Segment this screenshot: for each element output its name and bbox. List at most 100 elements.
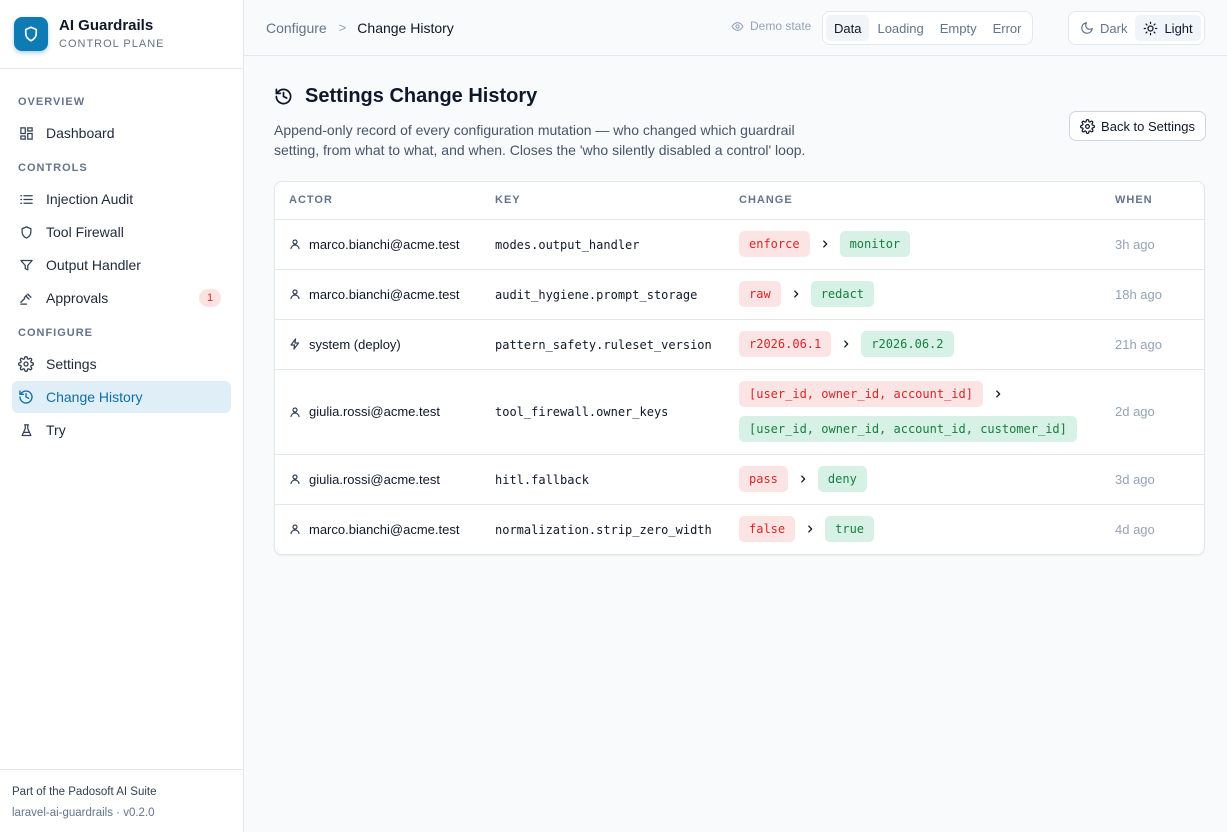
setting-key: hitl.fallback bbox=[495, 472, 589, 487]
setting-key: pattern_safety.ruleset_version bbox=[495, 337, 712, 352]
brand-title: AI Guardrails bbox=[59, 16, 154, 34]
sidebar-item-dashboard[interactable]: Dashboard bbox=[12, 117, 231, 149]
new-value-pill: [user_id, owner_id, account_id, customer… bbox=[739, 416, 1077, 442]
table-row[interactable]: giulia.rossi@acme.test hitl.fallback pass d… bbox=[275, 454, 1204, 505]
state-data-button[interactable]: Data bbox=[826, 15, 870, 41]
setting-key: modes.output_handler bbox=[495, 237, 640, 252]
nav-section-configure: CONFIGURE bbox=[18, 327, 93, 339]
filter-icon bbox=[18, 257, 34, 273]
cell-actor: marco.bianchi@acme.test bbox=[275, 269, 495, 320]
cell-change: r2026.06.1 r2026.06.2 bbox=[739, 319, 1115, 370]
brand-subtitle: CONTROL PLANE bbox=[59, 37, 165, 50]
history-icon bbox=[274, 87, 293, 106]
bolt-icon bbox=[289, 338, 301, 350]
timestamp: 3d ago bbox=[1115, 471, 1155, 487]
chevron-right-icon bbox=[798, 474, 808, 484]
cell-key: audit_hygiene.prompt_storage bbox=[495, 269, 739, 320]
change-history-table: ACTOR KEY CHANGE WHEN marco.bianchi@acme… bbox=[275, 182, 1204, 554]
sidebar-item-label: Output Handler bbox=[46, 257, 141, 273]
breadcrumb-current: Change History bbox=[357, 19, 454, 36]
cell-key: hitl.fallback bbox=[495, 454, 739, 505]
breadcrumb-parent-link[interactable]: Configure bbox=[266, 20, 327, 36]
gear-icon bbox=[1080, 118, 1095, 134]
sidebar: AI Guardrails CONTROL PLANE OVERVIEW Das… bbox=[0, 0, 244, 832]
demo-state-text: Demo state bbox=[750, 19, 812, 33]
old-value-pill: [user_id, owner_id, account_id] bbox=[739, 381, 983, 407]
actor-name: giulia.rossi@acme.test bbox=[309, 404, 440, 419]
sidebar-item-injection-audit[interactable]: Injection Audit bbox=[12, 183, 231, 215]
cell-actor: giulia.rossi@acme.test bbox=[275, 369, 495, 455]
actor-name: marco.bianchi@acme.test bbox=[309, 286, 460, 302]
table-row[interactable]: system (deploy) pattern_safety.ruleset_ve… bbox=[275, 319, 1204, 370]
chevron-right-icon bbox=[993, 389, 1003, 399]
cell-when: 2d ago bbox=[1115, 369, 1204, 455]
cell-when: 18h ago bbox=[1115, 269, 1204, 320]
sidebar-item-approvals[interactable]: Approvals 1 bbox=[12, 282, 231, 314]
old-value-pill: r2026.06.1 bbox=[739, 331, 832, 357]
timestamp: 18h ago bbox=[1115, 286, 1162, 302]
old-value-pill: enforce bbox=[739, 231, 810, 257]
back-button-label: Back to Settings bbox=[1101, 118, 1195, 134]
back-to-settings-button[interactable]: Back to Settings bbox=[1069, 111, 1206, 141]
state-error-button[interactable]: Error bbox=[985, 15, 1030, 41]
eye-icon bbox=[731, 20, 744, 33]
cell-actor: giulia.rossi@acme.test bbox=[275, 454, 495, 505]
old-value-pill: false bbox=[739, 516, 796, 543]
table-header-row: ACTOR KEY CHANGE WHEN bbox=[275, 182, 1204, 220]
shield-logo-icon bbox=[14, 17, 48, 51]
table-row[interactable]: marco.bianchi@acme.test audit_hygiene.pro… bbox=[275, 269, 1204, 320]
nav-section-controls: CONTROLS bbox=[18, 162, 88, 174]
moon-icon bbox=[1080, 21, 1094, 35]
state-empty-button[interactable]: Empty bbox=[932, 15, 985, 41]
table-body: marco.bianchi@acme.test modes.output_hand… bbox=[275, 219, 1204, 554]
actor-name: marco.bianchi@acme.test bbox=[309, 236, 460, 252]
setting-key: normalization.strip_zero_width bbox=[495, 522, 712, 537]
actor-name: marco.bianchi@acme.test bbox=[309, 521, 460, 537]
cell-when: 3h ago bbox=[1115, 219, 1204, 270]
user-icon bbox=[289, 473, 301, 485]
cell-change: pass deny bbox=[739, 454, 1115, 505]
gear-icon bbox=[18, 356, 34, 372]
dashboard-icon bbox=[18, 125, 34, 141]
sidebar-item-label: Approvals bbox=[46, 290, 109, 306]
theme-light-label: Light bbox=[1164, 20, 1193, 36]
theme-light-button[interactable]: Light bbox=[1135, 15, 1201, 41]
timestamp: 2d ago bbox=[1115, 404, 1155, 419]
sidebar-item-label: Tool Firewall bbox=[46, 224, 124, 240]
sidebar-item-change-history[interactable]: Change History bbox=[12, 381, 231, 413]
brand[interactable]: AI Guardrails CONTROL PLANE bbox=[0, 0, 243, 69]
demo-state-switcher: Data Loading Empty Error bbox=[822, 11, 1034, 45]
flask-icon bbox=[18, 422, 34, 438]
old-value-pill: raw bbox=[739, 281, 781, 307]
nav-section-overview: OVERVIEW bbox=[18, 96, 86, 108]
timestamp: 3h ago bbox=[1115, 236, 1155, 252]
cell-actor: marco.bianchi@acme.test bbox=[275, 504, 495, 554]
user-icon bbox=[289, 288, 301, 300]
user-icon bbox=[289, 238, 301, 250]
cell-when: 21h ago bbox=[1115, 319, 1204, 370]
header-key: KEY bbox=[495, 182, 739, 220]
cell-key: tool_firewall.owner_keys bbox=[495, 369, 739, 455]
sidebar-item-settings[interactable]: Settings bbox=[12, 348, 231, 380]
shield-icon bbox=[18, 224, 34, 240]
sidebar-item-label: Dashboard bbox=[46, 125, 115, 141]
actor-name: giulia.rossi@acme.test bbox=[309, 471, 440, 487]
theme-dark-button[interactable]: Dark bbox=[1072, 15, 1135, 41]
sidebar-item-output-handler[interactable]: Output Handler bbox=[12, 249, 231, 281]
breadcrumb-separator: > bbox=[338, 20, 347, 35]
sidebar-item-try[interactable]: Try bbox=[12, 414, 231, 446]
sidebar-item-label: Settings bbox=[46, 356, 97, 372]
page-title: Settings Change History bbox=[305, 85, 538, 107]
approvals-count-badge: 1 bbox=[199, 289, 221, 307]
state-loading-button[interactable]: Loading bbox=[869, 15, 931, 41]
sidebar-item-tool-firewall[interactable]: Tool Firewall bbox=[12, 216, 231, 248]
table-row[interactable]: marco.bianchi@acme.test normalization.str… bbox=[275, 504, 1204, 554]
sidebar-item-label: Try bbox=[46, 422, 66, 438]
table-row[interactable]: marco.bianchi@acme.test modes.output_hand… bbox=[275, 219, 1204, 270]
change-history-table-card: ACTOR KEY CHANGE WHEN marco.bianchi@acme… bbox=[274, 181, 1205, 555]
theme-switcher: Dark Light bbox=[1068, 11, 1205, 45]
chevron-right-icon bbox=[820, 239, 830, 249]
app-root: AI Guardrails CONTROL PLANE OVERVIEW Das… bbox=[0, 0, 1227, 832]
cell-key: pattern_safety.ruleset_version bbox=[495, 319, 739, 370]
table-row[interactable]: giulia.rossi@acme.test tool_firewall.owne… bbox=[275, 369, 1204, 455]
